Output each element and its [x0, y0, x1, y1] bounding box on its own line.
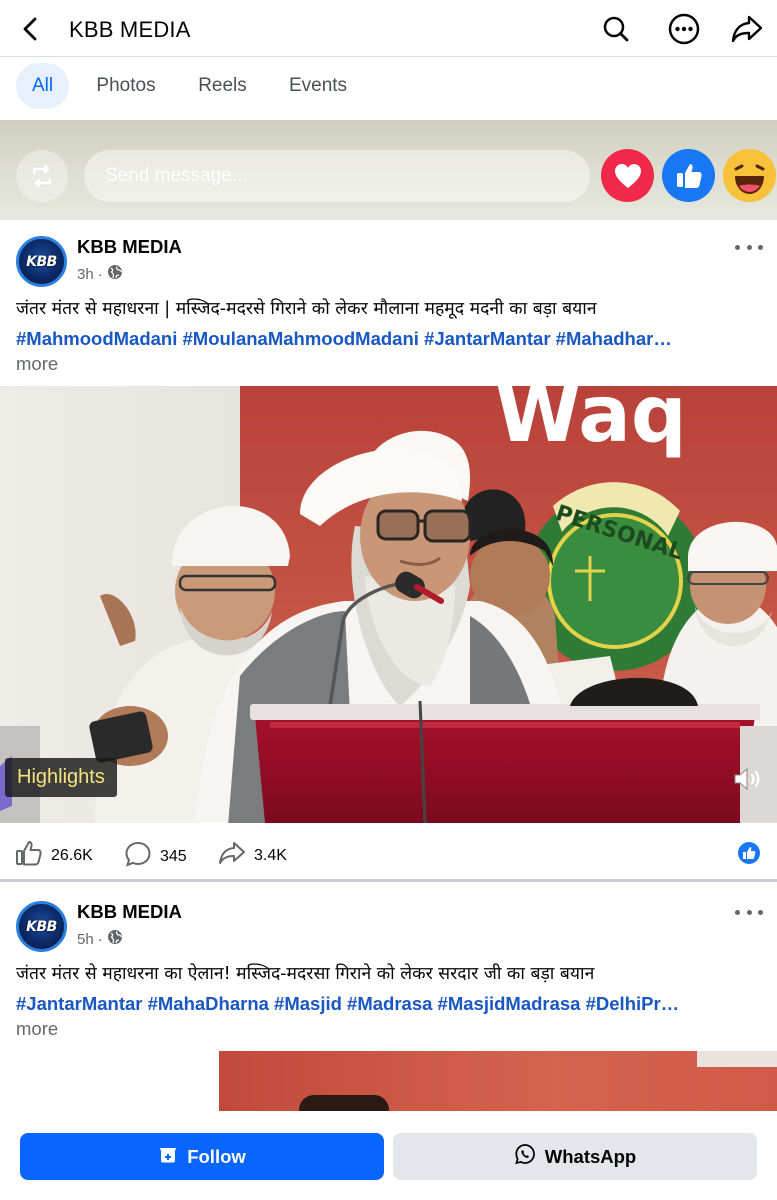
- avatar-logo-text: KBB: [26, 918, 57, 935]
- post-caption: जंतर मंतर से महाधरना | मस्जिद-मदरसे गिरा…: [16, 299, 597, 319]
- post-caption: जंतर मंतर से महाधरना का ऐलान! मस्जिद-मदर…: [16, 964, 595, 984]
- post-meta: 3h ·: [77, 264, 123, 284]
- avatar[interactable]: KBB: [16, 901, 67, 952]
- post-time: 3h: [77, 265, 94, 283]
- post-meta: 5h ·: [77, 929, 123, 949]
- share-arrow-icon: [218, 840, 246, 871]
- post-time: 5h: [77, 930, 94, 948]
- comment-count: 345: [160, 847, 187, 865]
- like-reaction-badge-icon: [738, 842, 760, 864]
- bottom-action-bar: Follow WhatsApp: [0, 1111, 777, 1200]
- post-hashtags[interactable]: #JantarMantar #MahaDharna #Masjid #Madra…: [16, 990, 716, 1017]
- share-count: 3.4K: [254, 846, 287, 864]
- post-hashtags[interactable]: #MahmoodMadani #MoulanaMahmoodMadani #Ja…: [16, 325, 716, 352]
- post-more-icon[interactable]: [735, 240, 763, 254]
- back-arrow-icon[interactable]: [14, 12, 48, 46]
- search-icon[interactable]: [598, 11, 634, 47]
- comment-action[interactable]: 345: [124, 840, 187, 873]
- share-icon[interactable]: [729, 11, 765, 47]
- whatsapp-label: WhatsApp: [544, 1145, 637, 1167]
- comment-icon: [124, 840, 152, 873]
- post-video[interactable]: Waq PERSONAL Highlights: [0, 386, 777, 823]
- tab-all[interactable]: All: [16, 63, 69, 109]
- meta-separator: ·: [97, 265, 103, 283]
- post-author[interactable]: KBB MEDIA: [77, 236, 182, 258]
- share-action[interactable]: 3.4K: [218, 840, 287, 871]
- like-icon[interactable]: [662, 149, 715, 202]
- send-message-input[interactable]: Send message...: [84, 150, 590, 202]
- repost-icon[interactable]: [16, 150, 68, 202]
- post-author[interactable]: KBB MEDIA: [77, 901, 182, 923]
- post-card: KBB KBB MEDIA 3h · जंतर मंतर से महाधरना …: [0, 220, 777, 824]
- see-more-link[interactable]: more: [16, 1018, 58, 1040]
- whatsapp-icon: [514, 1143, 536, 1170]
- post-more-icon[interactable]: [735, 905, 763, 919]
- post-stats-bar: 26.6K 345 3.4K: [0, 824, 777, 882]
- globe-icon: [107, 264, 123, 284]
- follow-page-icon: [158, 1144, 178, 1169]
- whatsapp-button[interactable]: WhatsApp: [393, 1133, 757, 1180]
- post-video-preview[interactable]: [219, 1051, 777, 1111]
- page-tabs: All Photos Reels Events: [0, 57, 777, 120]
- video-frame: Waq PERSONAL: [0, 386, 777, 823]
- tab-reels[interactable]: Reels: [192, 63, 253, 109]
- laugh-emoji-icon[interactable]: [723, 149, 776, 202]
- globe-icon: [107, 929, 123, 949]
- tab-events[interactable]: Events: [282, 63, 354, 109]
- like-count: 26.6K: [51, 846, 93, 864]
- banner-text: Waq: [495, 386, 687, 460]
- like-action[interactable]: 26.6K: [15, 840, 93, 871]
- avatar-logo-text: KBB: [26, 253, 57, 270]
- message-bar: Send message...: [0, 120, 777, 220]
- follow-label: Follow: [187, 1145, 246, 1167]
- volume-muted-icon[interactable]: [731, 763, 763, 795]
- post-card: KBB KBB MEDIA 5h · जंतर मंतर से महाधरना …: [0, 885, 777, 1111]
- more-options-icon[interactable]: [666, 11, 702, 47]
- follow-button[interactable]: Follow: [20, 1133, 384, 1180]
- avatar[interactable]: KBB: [16, 236, 67, 287]
- video-highlights-badge: Highlights: [5, 758, 117, 797]
- tab-photos[interactable]: Photos: [90, 63, 162, 109]
- top-bar: KBB MEDIA: [0, 0, 777, 57]
- page-title: KBB MEDIA: [69, 17, 191, 42]
- page-root: KBB MEDIA All Photos Reels Events Send m…: [0, 0, 777, 1200]
- heart-icon[interactable]: [601, 149, 654, 202]
- meta-separator: ·: [97, 930, 103, 948]
- see-more-link[interactable]: more: [16, 353, 58, 375]
- like-thumb-icon: [15, 840, 43, 871]
